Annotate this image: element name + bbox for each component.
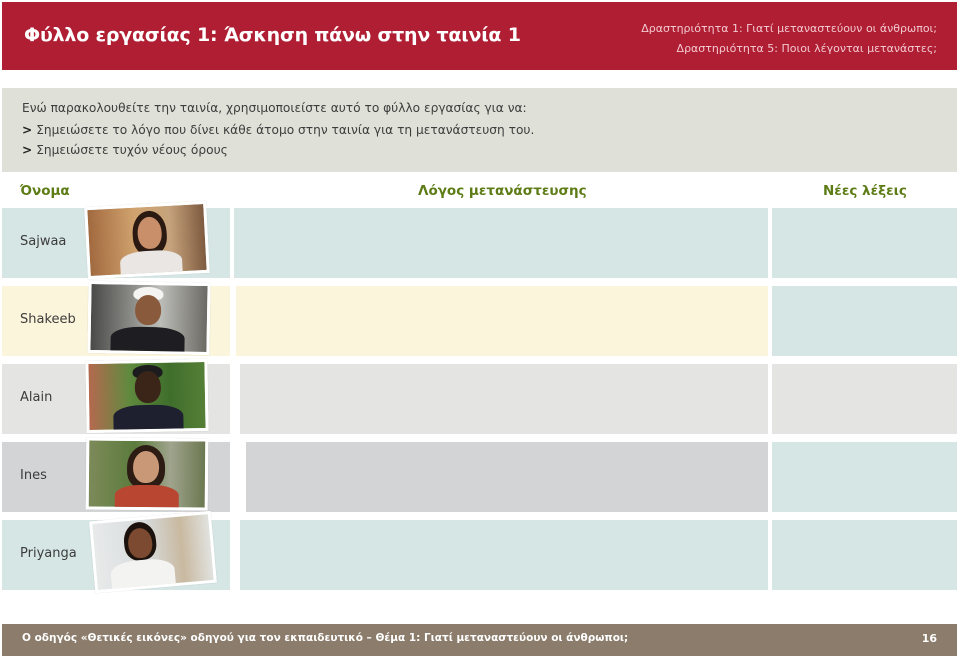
bullet-arrow-icon: > (22, 143, 33, 157)
instruction-bullet-1-text: Σημειώσετε το λόγο που δίνει κάθε άτομο … (36, 123, 535, 137)
reason-cell[interactable] (246, 442, 768, 512)
activity-1-label: Δραστηριότητα 1: Γιατί μεταναστεύουν οι … (641, 22, 937, 35)
column-header-reason: Λόγος μετανάστευσης (418, 183, 587, 199)
person-name: Sajwaa (20, 234, 67, 249)
column-header-name: Όνομα (20, 183, 70, 199)
new-words-cell[interactable] (772, 286, 957, 356)
person-photo (84, 200, 210, 280)
person-photo (89, 510, 217, 594)
new-words-cell[interactable] (772, 364, 957, 434)
worksheet-title: Φύλλο εργασίας 1: Άσκηση πάνω στην ταινί… (24, 24, 521, 46)
person-name: Ines (20, 468, 47, 483)
bullet-arrow-icon: > (22, 123, 33, 137)
instructions-intro: Ενώ παρακολουθείτε την ταινία, χρησιμοπο… (22, 101, 527, 115)
new-words-cell[interactable] (772, 208, 957, 278)
footer-text: Ο οδηγός «Θετικές εικόνες» οδηγού για το… (22, 632, 629, 644)
reason-cell[interactable] (234, 208, 768, 278)
instruction-bullet-1: > Σημειώσετε το λόγο που δίνει κάθε άτομο… (22, 123, 534, 137)
table-row: Sajwaa (0, 200, 959, 280)
person-photo (87, 280, 211, 356)
person-name: Shakeeb (20, 312, 76, 327)
reason-cell[interactable] (240, 364, 768, 434)
activity-5-label: Δραστηριότητα 5: Ποιοι λέγονται μετανάστ… (676, 42, 937, 55)
table-row: Ines (0, 437, 959, 512)
page-number: 16 (921, 632, 937, 645)
person-name: Alain (20, 390, 53, 405)
reason-cell[interactable] (236, 286, 768, 356)
page-header: Φύλλο εργασίας 1: Άσκηση πάνω στην ταινί… (2, 2, 957, 70)
page-footer: Ο οδηγός «Θετικές εικόνες» οδηγού για το… (2, 624, 957, 656)
person-name: Priyanga (20, 546, 77, 561)
instruction-bullet-2: > Σημειώσετε τυχόν νέους όρους (22, 143, 228, 157)
column-header-new-words: Νέες λέξεις (823, 183, 907, 199)
reason-cell[interactable] (240, 520, 768, 590)
new-words-cell[interactable] (772, 520, 957, 590)
table-row: Alain (0, 358, 959, 434)
table-row: Priyanga (0, 510, 959, 594)
instructions-box: Ενώ παρακολουθείτε την ταινία, χρησιμοπο… (2, 88, 957, 172)
instruction-bullet-2-text: Σημειώσετε τυχόν νέους όρους (36, 143, 228, 157)
person-photo (85, 358, 209, 434)
person-photo (85, 437, 209, 511)
table-row: Shakeeb (0, 280, 959, 356)
new-words-cell[interactable] (772, 442, 957, 512)
